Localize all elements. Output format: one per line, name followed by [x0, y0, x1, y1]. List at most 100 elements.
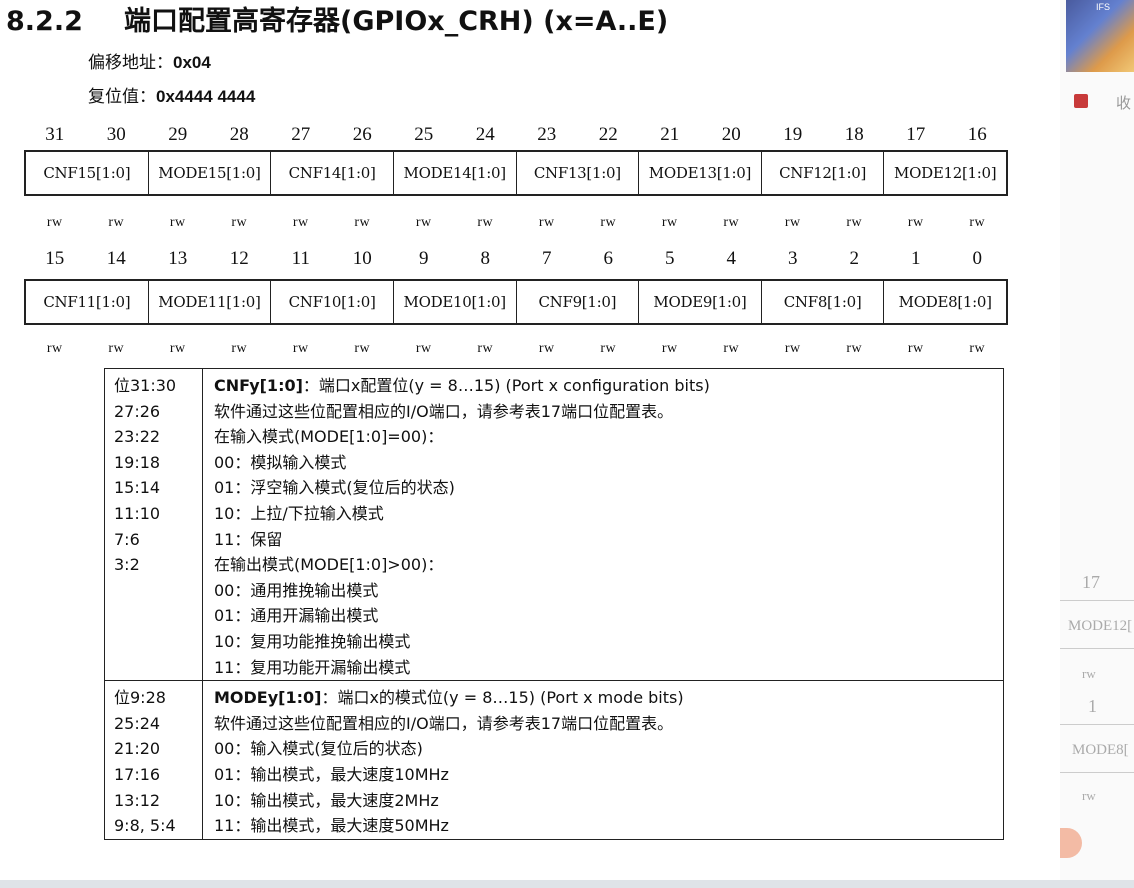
thumbnail-image: IFS — [1066, 0, 1134, 72]
description-line: 01：输出模式，最大速度10MHz — [214, 764, 449, 784]
access-type: rw — [969, 215, 986, 230]
description-line: 01：通用开漏输出模式 — [214, 606, 379, 626]
document-page: 8.2.2 端口配置高寄存器(GPIOx_CRH) (x=A..E) 偏移地址：0… — [0, 0, 1060, 888]
ghost-access: rw — [1082, 788, 1096, 803]
description-line: 01：浮空输入模式(复位后的状态) — [214, 478, 455, 498]
bit-range: 23:22 — [114, 427, 161, 447]
register-field: CNF15[1:0] — [26, 152, 149, 194]
description-line: 00：模拟输入模式 — [214, 452, 347, 472]
field-summary: ：端口x配置位(y = 8…15) (Port x configuration … — [302, 376, 710, 395]
reset-label: 复位值： — [88, 87, 156, 107]
ghost-divider — [1060, 772, 1134, 773]
bit-number: 13 — [168, 248, 188, 269]
access-type: rw — [538, 215, 555, 230]
bit-number: 22 — [598, 124, 618, 145]
bottom-scroll-bar[interactable] — [0, 880, 1134, 888]
register-field: MODE9[1:0] — [639, 281, 762, 323]
bit-range-cell: 位31:30 27:26 23:22 19:18 15:14 11:10 7:6 3:2 — [105, 369, 203, 681]
register-field: CNF11[1:0] — [26, 281, 149, 323]
register-field: MODE11[1:0] — [149, 281, 272, 323]
bit-number: 25 — [414, 124, 434, 145]
bit-number: 14 — [106, 248, 126, 269]
bookmark-icon[interactable] — [1074, 94, 1088, 108]
ghost-divider — [1060, 648, 1134, 649]
access-type: rw — [600, 215, 617, 230]
access-type: rw — [846, 341, 863, 356]
bit-number: 28 — [229, 124, 249, 145]
bit-number: 0 — [972, 248, 983, 269]
description-line: 11：保留 — [214, 529, 283, 549]
access-type: rw — [600, 341, 617, 356]
reset-value: 复位值：0x4444 4444 — [88, 84, 255, 110]
bit-range: 25:24 — [114, 713, 161, 733]
bit-range: 7:6 — [114, 529, 140, 549]
access-type: rw — [846, 215, 863, 230]
bit-number: 7 — [542, 248, 552, 269]
register-field: CNF13[1:0] — [517, 152, 640, 194]
bit-number: 11 — [291, 248, 310, 269]
offset-label: 偏移地址： — [88, 53, 173, 73]
bit-number: 24 — [475, 124, 495, 145]
reset-value-text: 0x4444 4444 — [156, 87, 256, 106]
access-type: rw — [354, 341, 371, 356]
register-field: MODE14[1:0] — [394, 152, 517, 194]
bit-number: 27 — [291, 124, 311, 145]
description-line: 11：复用功能开漏输出模式 — [214, 657, 411, 677]
description-row: 位9:28 25:24 21:20 17:16 13:12 9:8, 5:4 MODEy[1… — [105, 681, 1003, 839]
access-type: rw — [661, 341, 678, 356]
access-type: rw — [907, 341, 924, 356]
bit-number: 15 — [45, 248, 65, 269]
bit-range: 17:16 — [114, 764, 161, 784]
bit-number: 2 — [849, 248, 860, 269]
bit-range-cell: 位9:28 25:24 21:20 17:16 13:12 9:8, 5:4 — [105, 681, 203, 839]
bit-number: 21 — [660, 124, 680, 145]
bit-number: 10 — [352, 248, 372, 269]
bit-number: 19 — [783, 124, 803, 145]
description-line: 00：通用推挽输出模式 — [214, 580, 379, 600]
bit-number: 26 — [352, 124, 372, 145]
register-field: MODE13[1:0] — [639, 152, 762, 194]
favorite-label[interactable]: 收 — [1116, 92, 1131, 113]
access-type: rw — [169, 341, 186, 356]
access-type: rw — [292, 341, 309, 356]
access-type: rw — [415, 215, 432, 230]
bit-description-table: 位31:30 27:26 23:22 19:18 15:14 11:10 7:6 3:2 CNF… — [104, 368, 1004, 840]
register-fields-low: CNF11[1:0] MODE11[1:0] CNF10[1:0] MODE10[1:… — [24, 279, 1008, 325]
description-cell: MODEy[1:0]：端口x的模式位(y = 8…15) (Port x mod… — [203, 681, 1003, 839]
bit-number: 18 — [844, 124, 864, 145]
section-title: 端口配置高寄存器(GPIOx_CRH) (x=A..E) — [124, 6, 669, 37]
section-heading: 8.2.2 端口配置高寄存器(GPIOx_CRH) (x=A..E) — [6, 2, 668, 42]
access-type: rw — [907, 215, 924, 230]
access-type: rw — [231, 215, 248, 230]
register-field: CNF8[1:0] — [762, 281, 885, 323]
ghost-bit-number: 1 — [1088, 696, 1097, 716]
description-cell: CNFy[1:0]：端口x配置位(y = 8…15) (Port x confi… — [203, 369, 1003, 680]
bit-number: 12 — [229, 248, 249, 269]
offset-value: 0x04 — [173, 53, 211, 72]
register-field: MODE8[1:0] — [898, 293, 992, 311]
description-row: 位31:30 27:26 23:22 19:18 15:14 11:10 7:6 3:2 CNF… — [105, 369, 1003, 682]
field-title: CNFy[1:0]：端口x配置位(y = 8…15) (Port x confi… — [214, 373, 1003, 399]
description-line: 00：输入模式(复位后的状态) — [214, 739, 423, 759]
field-summary: ：端口x的模式位(y = 8…15) (Port x mode bits) — [321, 688, 684, 708]
access-type: rw — [169, 215, 186, 230]
ghost-divider — [1060, 600, 1134, 601]
access-type: rw — [784, 341, 801, 356]
description-line: 在输出模式(MODE[1:0]>00)： — [214, 555, 444, 575]
register-field: MODE15[1:0] — [149, 152, 272, 194]
bit-number: 20 — [721, 124, 741, 145]
field-title: MODEy[1:0]：端口x的模式位(y = 8…15) (Port x mod… — [214, 685, 1003, 711]
description-line: 软件通过这些位配置相应的I/O端口，请参考表17端口位配置表。 — [214, 713, 674, 733]
access-type: rw — [354, 215, 371, 230]
section-number: 8.2.2 — [6, 6, 83, 37]
bit-range: 21:20 — [114, 739, 161, 759]
bit-range: 27:26 — [114, 401, 161, 421]
bit-number: 29 — [168, 124, 188, 145]
floating-assistant-icon[interactable] — [1060, 828, 1082, 858]
description-line: 11：输出模式，最大速度50MHz — [214, 816, 449, 836]
access-type: rw — [723, 341, 740, 356]
access-type: rw — [661, 215, 678, 230]
access-type: rw — [108, 341, 125, 356]
description-line: 10：输出模式，最大速度2MHz — [214, 790, 439, 810]
thumbnail-label: IFS — [1096, 2, 1111, 12]
